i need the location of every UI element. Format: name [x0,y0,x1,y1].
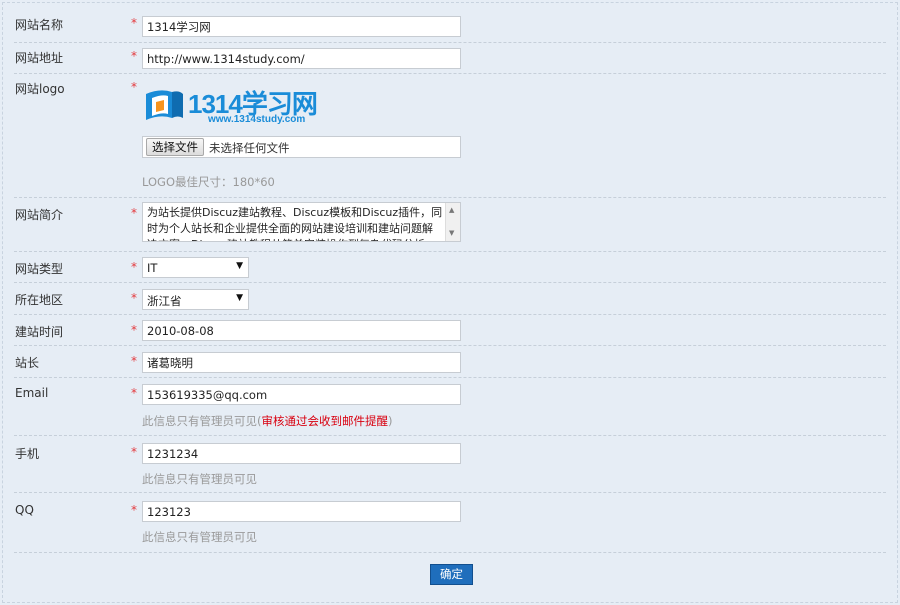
row-site-name: 网站名称 * [14,10,886,43]
chevron-down-icon: ▼ [236,261,243,271]
required-mark: * [131,49,137,63]
logo-mark-icon [146,90,183,120]
row-site-url: 网站地址 * [14,43,886,74]
webmaster-input[interactable] [142,352,461,373]
email-hint-text: 此信息只有管理员可见( [142,414,262,428]
required-mark: * [131,323,137,337]
site-intro-label: 网站简介 [15,208,64,222]
email-input[interactable] [142,384,461,405]
row-site-logo: 网站logo * 1314学习网 www.1314study.com 选择文件 … [14,74,886,198]
site-type-select[interactable]: IT ▼ [142,257,249,278]
site-logo-image: 1314学习网 www.1314study.com [142,84,318,128]
required-mark: * [131,354,137,368]
webmaster-label: 站长 [15,356,40,370]
row-phone: 手机 * 此信息只有管理员可见 [14,436,886,493]
phone-hint: 此信息只有管理员可见 [142,472,257,486]
choose-file-button[interactable]: 选择文件 [146,138,204,156]
row-email: Email * 此信息只有管理员可见(审核通过会收到邮件提醒) [14,378,886,436]
founded-input[interactable] [142,320,461,341]
required-mark: * [131,445,137,459]
site-name-input[interactable] [142,16,461,37]
phone-label: 手机 [15,447,40,461]
chevron-down-icon: ▼ [236,293,243,303]
site-logo-label: 网站logo [15,82,65,96]
scroll-down-icon[interactable]: ▼ [449,229,454,237]
qq-hint: 此信息只有管理员可见 [142,530,257,544]
required-mark: * [131,386,137,400]
row-founded: 建站时间 * [14,315,886,346]
email-hint-red: 审核通过会收到邮件提醒 [261,414,389,428]
site-url-label: 网站地址 [15,51,64,65]
site-type-label: 网站类型 [15,262,64,276]
row-site-intro: 网站简介 * 为站长提供Discuz建站教程、Discuz模板和Discuz插件… [14,198,886,252]
file-status-text: 未选择任何文件 [209,141,290,155]
site-type-value: IT [147,261,158,275]
required-mark: * [131,291,137,305]
phone-input[interactable] [142,443,461,464]
region-label: 所在地区 [15,293,64,307]
region-value: 浙江省 [147,294,182,308]
required-mark: * [131,16,137,30]
submit-button[interactable]: 确定 [430,564,473,585]
site-name-label: 网站名称 [15,18,64,32]
required-mark: * [131,503,137,517]
scroll-up-icon[interactable]: ▲ [449,206,454,214]
logo-size-hint: LOGO最佳尺寸：180*60 [142,175,275,189]
qq-label: QQ [15,503,34,517]
row-webmaster: 站长 * [14,346,886,378]
required-mark: * [131,260,137,274]
email-hint: 此信息只有管理员可见(审核通过会收到邮件提醒) [142,413,393,429]
site-url-input[interactable] [142,48,461,69]
row-qq: QQ * 此信息只有管理员可见 [14,493,886,553]
site-intro-text: 为站长提供Discuz建站教程、Discuz模板和Discuz插件，同时为个人站… [147,206,443,241]
region-select[interactable]: 浙江省 ▼ [142,289,249,310]
email-hint-end: ) [388,414,393,428]
logo-file-input[interactable]: 选择文件 未选择任何文件 [142,136,461,158]
qq-input[interactable] [142,501,461,522]
logo-domain-text: www.1314study.com [208,114,306,125]
row-region: 所在地区 * 浙江省 ▼ [14,283,886,315]
site-intro-textarea[interactable]: 为站长提供Discuz建站教程、Discuz模板和Discuz插件，同时为个人站… [142,202,461,242]
row-site-type: 网站类型 * IT ▼ [14,252,886,283]
required-mark: * [131,206,137,220]
textarea-scrollbar[interactable]: ▲ ▼ [445,203,460,241]
founded-label: 建站时间 [15,325,64,339]
required-mark: * [131,80,137,94]
email-label: Email [15,386,49,400]
